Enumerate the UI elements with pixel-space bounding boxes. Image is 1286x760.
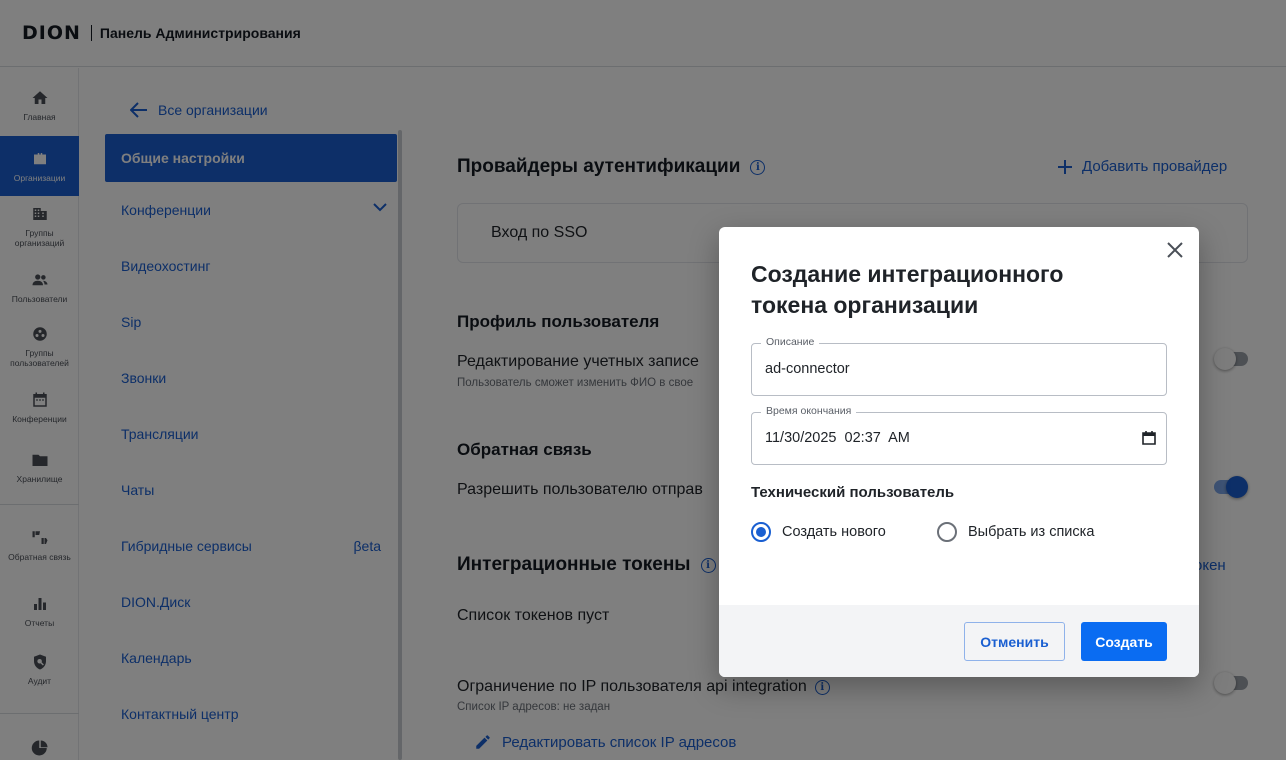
dialog-title: Создание интеграционного токена организа… — [751, 261, 1064, 318]
radio-circle — [751, 522, 771, 542]
tech-user-title: Технический пользователь — [751, 484, 955, 501]
description-label: Описание — [761, 336, 820, 348]
radio-circle — [937, 522, 957, 542]
close-icon[interactable] — [1165, 240, 1185, 260]
radio-label: Создать нового — [782, 524, 886, 540]
calendar-icon[interactable] — [1142, 430, 1156, 445]
expiry-label: Время окончания — [761, 405, 857, 417]
dialog-footer: Отменить Создать — [719, 605, 1199, 677]
radio-label: Выбрать из списка — [968, 524, 1095, 540]
expiry-value: 11/30/2025 02:37 AM — [765, 430, 910, 446]
create-button[interactable]: Создать — [1081, 622, 1167, 661]
cancel-button[interactable]: Отменить — [964, 622, 1065, 661]
radio-create-new[interactable]: Создать нового — [751, 522, 886, 542]
expiry-datetime-field[interactable]: Время окончания 11/30/2025 02:37 AM — [751, 405, 1167, 465]
description-field[interactable]: Описание ad-connector — [751, 336, 1167, 396]
radio-choose-from-list[interactable]: Выбрать из списка — [937, 522, 1094, 542]
create-token-dialog: Создание интеграционного токена организа… — [719, 227, 1199, 677]
description-value: ad-connector — [765, 361, 850, 377]
